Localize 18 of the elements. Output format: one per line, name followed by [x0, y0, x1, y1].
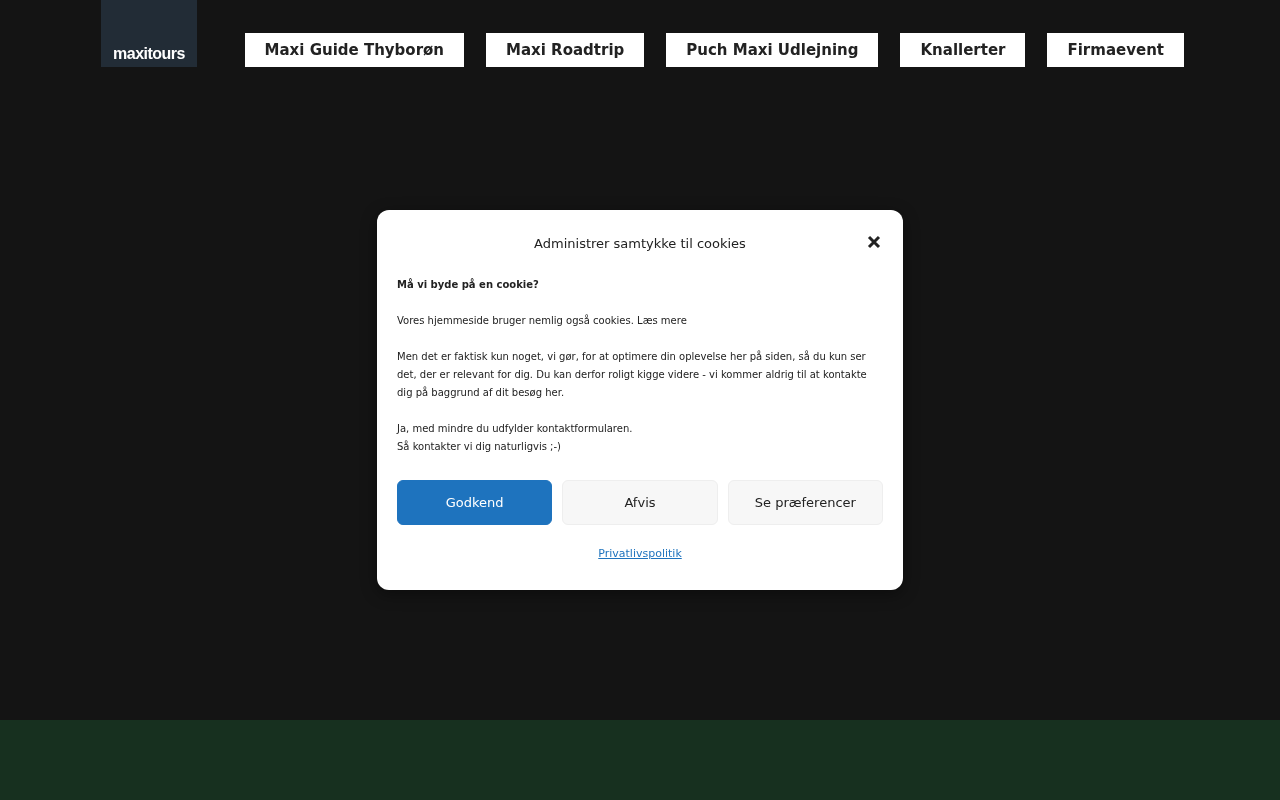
nav-link[interactable]: Knallerter	[900, 33, 1026, 67]
dialog-button[interactable]: Afvis	[562, 480, 718, 525]
logo[interactable]: maxitours	[101, 0, 197, 67]
dialog-text: Så kontakter vi dig naturligvis ;-)	[397, 439, 562, 454]
close-icon[interactable]	[867, 235, 881, 249]
logo-text: maxitours	[113, 45, 185, 63]
dialog-button[interactable]: Se præferencer	[727, 480, 883, 525]
nav-link[interactable]: Maxi Guide Thyborøn	[244, 33, 465, 67]
dialog-text: Men det er faktisk kun noget, vi gør, for at optimere din oplevelse her på siden, så du kun ser det, der er relevant for dig. Du kan derfor roligt kigge videre - vi kommer aldrig til at kontakte dig på baggrund af dit besøg her.	[397, 349, 868, 400]
dialog-text: Ja, med mindre du udfylder kontaktformularen.	[397, 422, 634, 436]
dialog-title: Administrer samtykke til cookies	[534, 235, 746, 251]
privacy-link[interactable]: Privatlivspolitik	[598, 547, 682, 560]
dialog-text: Vores hjemmeside bruger nemlig også cookies. Læs mere	[397, 313, 688, 328]
accept-button[interactable]: Godkend	[397, 480, 553, 525]
nav-link[interactable]: Firmaevent	[1047, 33, 1184, 67]
dialog-heading: Må vi byde på en cookie?	[397, 277, 540, 292]
nav-link[interactable]: Maxi Roadtrip	[486, 33, 645, 67]
nav-link[interactable]: Puch Maxi Udlejning	[666, 33, 879, 67]
